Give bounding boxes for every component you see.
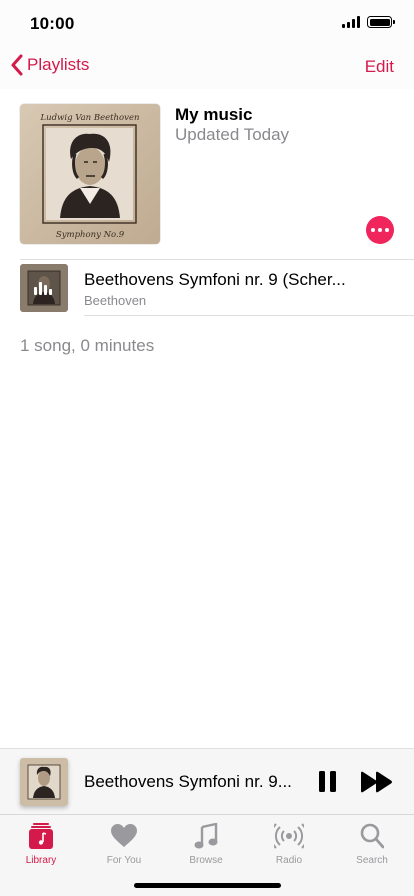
- cover-top-text: Ludwig Van Beethoven: [40, 113, 140, 123]
- tab-label: Radio: [275, 855, 303, 866]
- search-icon: [360, 823, 384, 849]
- status-icons: [342, 16, 395, 28]
- pause-icon: [318, 771, 325, 792]
- song-artist: Beethoven: [84, 293, 147, 308]
- tab-for-you[interactable]: For You: [89, 821, 159, 866]
- edit-button[interactable]: Edit: [365, 57, 394, 77]
- playlist-summary: 1 song, 0 minutes: [20, 336, 155, 355]
- battery-icon: [367, 16, 395, 28]
- more-options-button[interactable]: [366, 216, 394, 244]
- fast-forward-button[interactable]: [360, 771, 396, 793]
- divider: [20, 259, 414, 260]
- ellipsis-icon: [371, 228, 375, 232]
- song-artwork: [20, 264, 68, 312]
- status-bar: 10:00: [0, 0, 414, 44]
- cover-bottom-text: Symphony No.9: [56, 230, 125, 240]
- fast-forward-icon: [361, 771, 392, 793]
- mini-player[interactable]: Beethovens Symfoni nr. 9...: [0, 748, 414, 814]
- tab-browse[interactable]: Browse: [171, 821, 241, 866]
- song-title: Beethovens Symfoni nr. 9 (Scher...: [84, 270, 346, 289]
- now-playing-bars-icon: [34, 281, 52, 295]
- tab-label: Browse: [189, 855, 223, 866]
- chevron-left-icon: [11, 54, 23, 76]
- cellular-signal-icon: [342, 16, 360, 28]
- playlist-updated-text: Updated Today: [175, 125, 290, 144]
- playlist-cover-art[interactable]: Ludwig Van Beethoven Symphony No.9: [20, 104, 160, 244]
- pause-button[interactable]: [316, 771, 338, 793]
- divider: [84, 315, 414, 316]
- now-playing-artwork[interactable]: [20, 758, 68, 806]
- library-icon: [29, 823, 53, 849]
- now-playing-title[interactable]: Beethovens Symfoni nr. 9...: [84, 772, 299, 792]
- tab-label: For You: [106, 855, 142, 866]
- playlist-header: Ludwig Van Beethoven Symphony No.9 My mu…: [20, 104, 414, 244]
- navigation-bar: Playlists Edit: [0, 44, 414, 89]
- song-row[interactable]: Beethovens Symfoni nr. 9 (Scher... Beeth…: [20, 264, 414, 316]
- music-note-icon: [194, 823, 218, 849]
- tab-search[interactable]: Search: [337, 821, 407, 866]
- status-time: 10:00: [30, 14, 75, 33]
- tab-library[interactable]: Library: [6, 821, 76, 866]
- tab-label: Search: [356, 855, 388, 866]
- heart-icon: [111, 824, 137, 847]
- tab-label: Library: [25, 855, 57, 866]
- home-indicator[interactable]: [134, 883, 281, 888]
- back-button[interactable]: Playlists: [10, 54, 89, 76]
- back-button-label: Playlists: [27, 55, 90, 74]
- radio-icon: [274, 823, 304, 849]
- playlist-title: My music: [175, 105, 253, 124]
- tab-radio[interactable]: Radio: [254, 821, 324, 866]
